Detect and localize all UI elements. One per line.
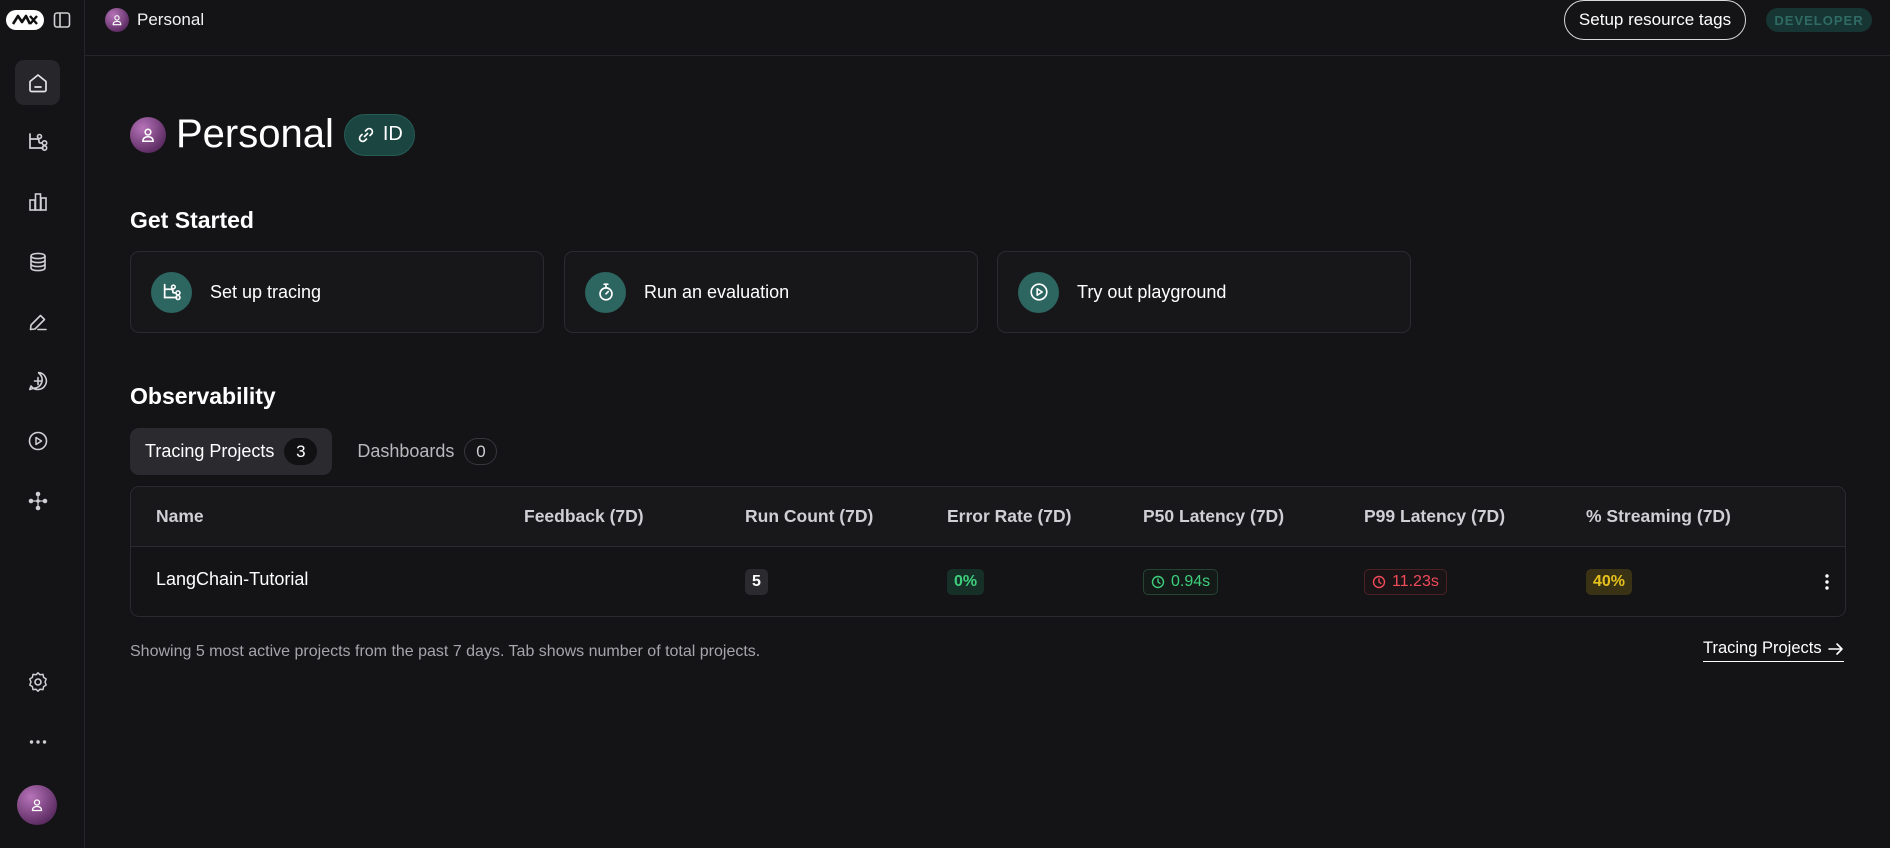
tracing-projects-link[interactable]: Tracing Projects <box>1703 639 1844 662</box>
sidebar <box>0 0 85 848</box>
nav-deployments[interactable] <box>15 478 60 523</box>
workspace-avatar <box>105 8 129 32</box>
nav-more[interactable] <box>15 719 60 764</box>
setup-resource-tags-button[interactable]: Setup resource tags <box>1564 0 1746 40</box>
p99-latency-value: 11.23s <box>1392 573 1439 590</box>
more-icon <box>29 739 46 744</box>
chat-plus-icon <box>28 371 47 390</box>
observability-tabs: Tracing Projects 3 Dashboards 0 <box>130 428 512 475</box>
breadcrumb[interactable]: Personal <box>105 8 204 32</box>
sidebar-toggle-icon[interactable] <box>52 10 72 30</box>
link-label: Tracing Projects <box>1703 639 1822 657</box>
column-header[interactable]: Run Count (7D) <box>745 506 873 527</box>
nav-settings[interactable] <box>15 659 60 704</box>
column-header[interactable]: Name <box>156 506 204 527</box>
table-header: Name Feedback (7D) Run Count (7D) Error … <box>131 487 1845 547</box>
logo-row <box>6 10 72 30</box>
nav-tracing[interactable] <box>15 119 60 164</box>
user-icon <box>31 799 43 812</box>
p50-latency-badge: 0.94s <box>1143 569 1219 595</box>
workspace-avatar <box>130 116 166 153</box>
id-label: ID <box>382 123 403 145</box>
nav-datasets[interactable] <box>15 239 60 284</box>
page-header: Personal ID <box>130 112 415 157</box>
nav-monitoring[interactable] <box>15 179 60 224</box>
setup-tracing-card[interactable]: Set up tracing <box>130 251 544 333</box>
user-avatar[interactable] <box>17 785 57 825</box>
main-content: Personal ID Get Started Set up tracing R… <box>85 57 1890 848</box>
monitoring-icon <box>28 192 47 211</box>
table-footnote: Showing 5 most active projects from the … <box>130 643 761 660</box>
tab-dashboards[interactable]: Dashboards 0 <box>342 428 512 475</box>
plan-badge: DEVELOPER <box>1766 8 1872 32</box>
settings-icon <box>28 671 47 692</box>
stopwatch-icon <box>585 271 626 313</box>
tab-label: Dashboards <box>357 441 455 461</box>
card-label: Set up tracing <box>210 281 322 302</box>
pencil-icon <box>29 314 47 330</box>
run-evaluation-card[interactable]: Run an evaluation <box>564 251 978 333</box>
column-header[interactable]: % Streaming (7D) <box>1586 506 1731 527</box>
tab-count: 3 <box>284 438 318 465</box>
row-menu-icon[interactable] <box>1815 570 1839 594</box>
card-label: Try out playground <box>1077 281 1227 302</box>
user-icon <box>142 128 154 142</box>
home-icon <box>28 73 47 92</box>
tracing-icon <box>151 271 192 313</box>
top-bar: Personal Setup resource tags DEVELOPER <box>85 0 1890 56</box>
tracing-icon <box>28 132 47 151</box>
breadcrumb-label: Personal <box>137 10 205 29</box>
nav-prompts[interactable] <box>15 358 60 403</box>
nav-home[interactable] <box>15 60 60 105</box>
arrow-right-icon <box>1827 642 1843 655</box>
column-header[interactable]: Feedback (7D) <box>524 506 644 527</box>
page-title: Personal <box>176 112 334 156</box>
nav-annotation[interactable] <box>15 299 60 344</box>
column-header[interactable]: P50 Latency (7D) <box>1143 506 1284 527</box>
run-count-badge: 5 <box>745 569 768 595</box>
link-icon <box>358 127 374 142</box>
tab-label: Tracing Projects <box>145 441 275 461</box>
try-playground-card[interactable]: Try out playground <box>997 251 1411 333</box>
clock-icon <box>1151 575 1165 589</box>
nodes-icon <box>28 491 47 510</box>
error-rate-badge: 0% <box>947 569 985 595</box>
tab-tracing-projects[interactable]: Tracing Projects 3 <box>130 428 333 475</box>
clock-icon <box>1372 575 1386 589</box>
project-name[interactable]: LangChain-Tutorial <box>156 569 308 590</box>
nav-playground[interactable] <box>15 418 60 463</box>
card-label: Run an evaluation <box>644 281 790 302</box>
tab-count: 0 <box>464 438 498 465</box>
datasets-icon <box>29 252 46 271</box>
projects-table: Name Feedback (7D) Run Count (7D) Error … <box>130 486 1846 617</box>
copy-id-button[interactable]: ID <box>343 113 415 156</box>
p50-latency-value: 0.94s <box>1171 573 1211 590</box>
play-circle-icon <box>1018 271 1059 313</box>
column-header[interactable]: P99 Latency (7D) <box>1364 506 1505 527</box>
play-circle-icon <box>28 431 47 450</box>
column-header[interactable]: Error Rate (7D) <box>947 506 1071 527</box>
get-started-heading: Get Started <box>130 207 254 233</box>
streaming-badge: 40% <box>1586 569 1633 595</box>
table-row[interactable]: LangChain-Tutorial 5 0% 0.94s 11.23s 40% <box>131 547 1845 616</box>
user-icon <box>112 15 122 26</box>
langsmith-logo[interactable] <box>6 10 44 30</box>
p99-latency-badge: 11.23s <box>1364 569 1447 595</box>
app-root: Personal Setup resource tags DEVELOPER P… <box>0 0 1890 848</box>
observability-heading: Observability <box>130 383 276 409</box>
